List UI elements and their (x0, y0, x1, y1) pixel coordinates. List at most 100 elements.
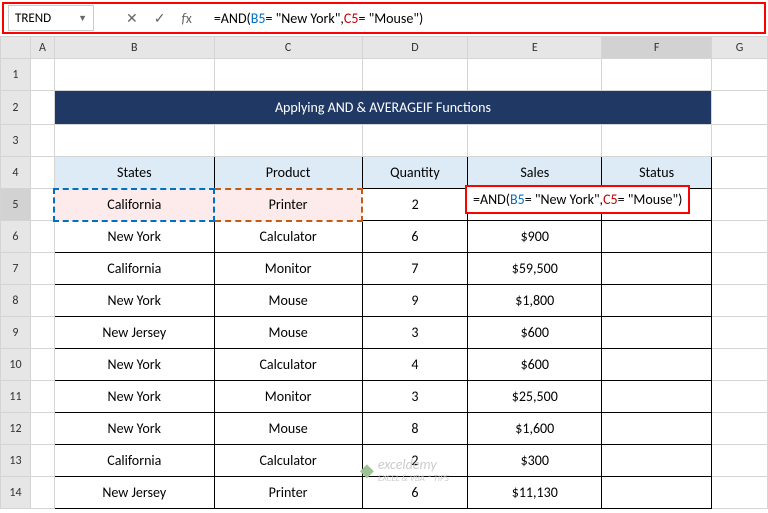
enter-icon[interactable]: ✓ (154, 10, 166, 27)
row-header-6[interactable]: 6 (1, 221, 31, 253)
cell[interactable] (30, 253, 54, 285)
cell-status[interactable] (602, 221, 712, 253)
cell-status[interactable] (602, 317, 712, 349)
row-header-13[interactable]: 13 (1, 445, 31, 477)
row-header-11[interactable]: 11 (1, 381, 31, 413)
cell-states[interactable]: New Jersey (54, 317, 214, 349)
header-states[interactable]: States (54, 157, 214, 189)
row-header-1[interactable]: 1 (1, 59, 31, 91)
cell-quantity[interactable]: 3 (362, 381, 468, 413)
cell[interactable] (30, 477, 54, 509)
cell-status[interactable] (602, 477, 712, 509)
header-status[interactable]: Status (602, 157, 712, 189)
cell-product[interactable]: Mouse (214, 413, 362, 445)
select-all-corner[interactable] (1, 37, 31, 59)
cell[interactable] (712, 413, 768, 445)
row-header-12[interactable]: 12 (1, 413, 31, 445)
cell-product[interactable]: Mouse (214, 285, 362, 317)
row-header-9[interactable]: 9 (1, 317, 31, 349)
fx-icon[interactable]: fx (181, 10, 191, 27)
cell-quantity[interactable]: 2 (362, 445, 468, 477)
cell[interactable] (712, 91, 768, 125)
cell-quantity[interactable]: 8 (362, 413, 468, 445)
cell-states[interactable]: New York (54, 285, 214, 317)
cell[interactable] (214, 125, 362, 157)
cell[interactable] (468, 125, 602, 157)
col-header-b[interactable]: B (54, 37, 214, 59)
cell[interactable] (30, 125, 54, 157)
row-header-5[interactable]: 5 (1, 189, 31, 221)
cell[interactable] (30, 59, 54, 91)
cell[interactable] (712, 125, 768, 157)
col-header-g[interactable]: G (712, 37, 768, 59)
cell-product[interactable]: Calculator (214, 445, 362, 477)
header-product[interactable]: Product (214, 157, 362, 189)
cell-states[interactable]: California (54, 445, 214, 477)
cell-quantity[interactable]: 3 (362, 317, 468, 349)
row-header-14[interactable]: 14 (1, 477, 31, 509)
col-header-f[interactable]: F (602, 37, 712, 59)
cell-sales[interactable]: $1,800 (468, 285, 602, 317)
name-box[interactable]: TREND ▼ (8, 5, 94, 31)
cell[interactable] (712, 477, 768, 509)
cell-sales[interactable]: $300 (468, 445, 602, 477)
cell-product[interactable]: Monitor (214, 381, 362, 413)
cell-sales[interactable]: $600 (468, 317, 602, 349)
cell[interactable] (362, 125, 468, 157)
cell[interactable] (712, 349, 768, 381)
cell-quantity[interactable]: 7 (362, 253, 468, 285)
cell-formula-overlay[interactable]: =AND(B5= "New York",C5= "Mouse") (465, 185, 690, 214)
col-header-e[interactable]: E (468, 37, 602, 59)
cell-quantity[interactable]: 4 (362, 349, 468, 381)
cell[interactable] (712, 317, 768, 349)
cell-sales[interactable]: $25,500 (468, 381, 602, 413)
cell[interactable] (30, 413, 54, 445)
cell[interactable] (214, 59, 362, 91)
col-header-c[interactable]: C (214, 37, 362, 59)
cell-quantity[interactable]: 9 (362, 285, 468, 317)
cell[interactable] (30, 317, 54, 349)
cell-product[interactable]: Printer (214, 189, 362, 221)
cell[interactable] (712, 253, 768, 285)
cell-states[interactable]: New York (54, 413, 214, 445)
cell-sales[interactable]: $600 (468, 349, 602, 381)
cell[interactable] (30, 349, 54, 381)
cell[interactable] (30, 285, 54, 317)
header-sales[interactable]: Sales (468, 157, 602, 189)
cell-states[interactable]: California (54, 253, 214, 285)
cell-states[interactable]: New York (54, 221, 214, 253)
row-header-3[interactable]: 3 (1, 125, 31, 157)
cell-sales[interactable]: $59,500 (468, 253, 602, 285)
cell-status[interactable] (602, 413, 712, 445)
cell[interactable] (468, 59, 602, 91)
cell[interactable] (602, 125, 712, 157)
cell-status[interactable] (602, 349, 712, 381)
row-header-10[interactable]: 10 (1, 349, 31, 381)
cell-states[interactable]: California (54, 189, 214, 221)
col-header-d[interactable]: D (362, 37, 468, 59)
cell[interactable] (712, 59, 768, 91)
col-header-a[interactable]: A (30, 37, 54, 59)
row-header-8[interactable]: 8 (1, 285, 31, 317)
cell[interactable] (30, 445, 54, 477)
cell[interactable] (30, 91, 54, 125)
title-cell[interactable]: Applying AND & AVERAGEIF Functions (54, 91, 711, 125)
cell-status[interactable] (602, 381, 712, 413)
header-quantity[interactable]: Quantity (362, 157, 468, 189)
cell-product[interactable]: Mouse (214, 317, 362, 349)
cell[interactable] (602, 59, 712, 91)
cell[interactable] (712, 285, 768, 317)
cell-status[interactable] (602, 445, 712, 477)
cell[interactable] (712, 445, 768, 477)
cell-quantity[interactable]: 6 (362, 477, 468, 509)
cell-states[interactable]: New York (54, 381, 214, 413)
row-header-7[interactable]: 7 (1, 253, 31, 285)
cell[interactable] (712, 189, 768, 221)
cell[interactable] (362, 59, 468, 91)
cell-product[interactable]: Printer (214, 477, 362, 509)
cell[interactable] (30, 381, 54, 413)
cell[interactable] (30, 157, 54, 189)
cell-states[interactable]: New Jersey (54, 477, 214, 509)
cell[interactable] (30, 189, 54, 221)
row-header-4[interactable]: 4 (1, 157, 31, 189)
